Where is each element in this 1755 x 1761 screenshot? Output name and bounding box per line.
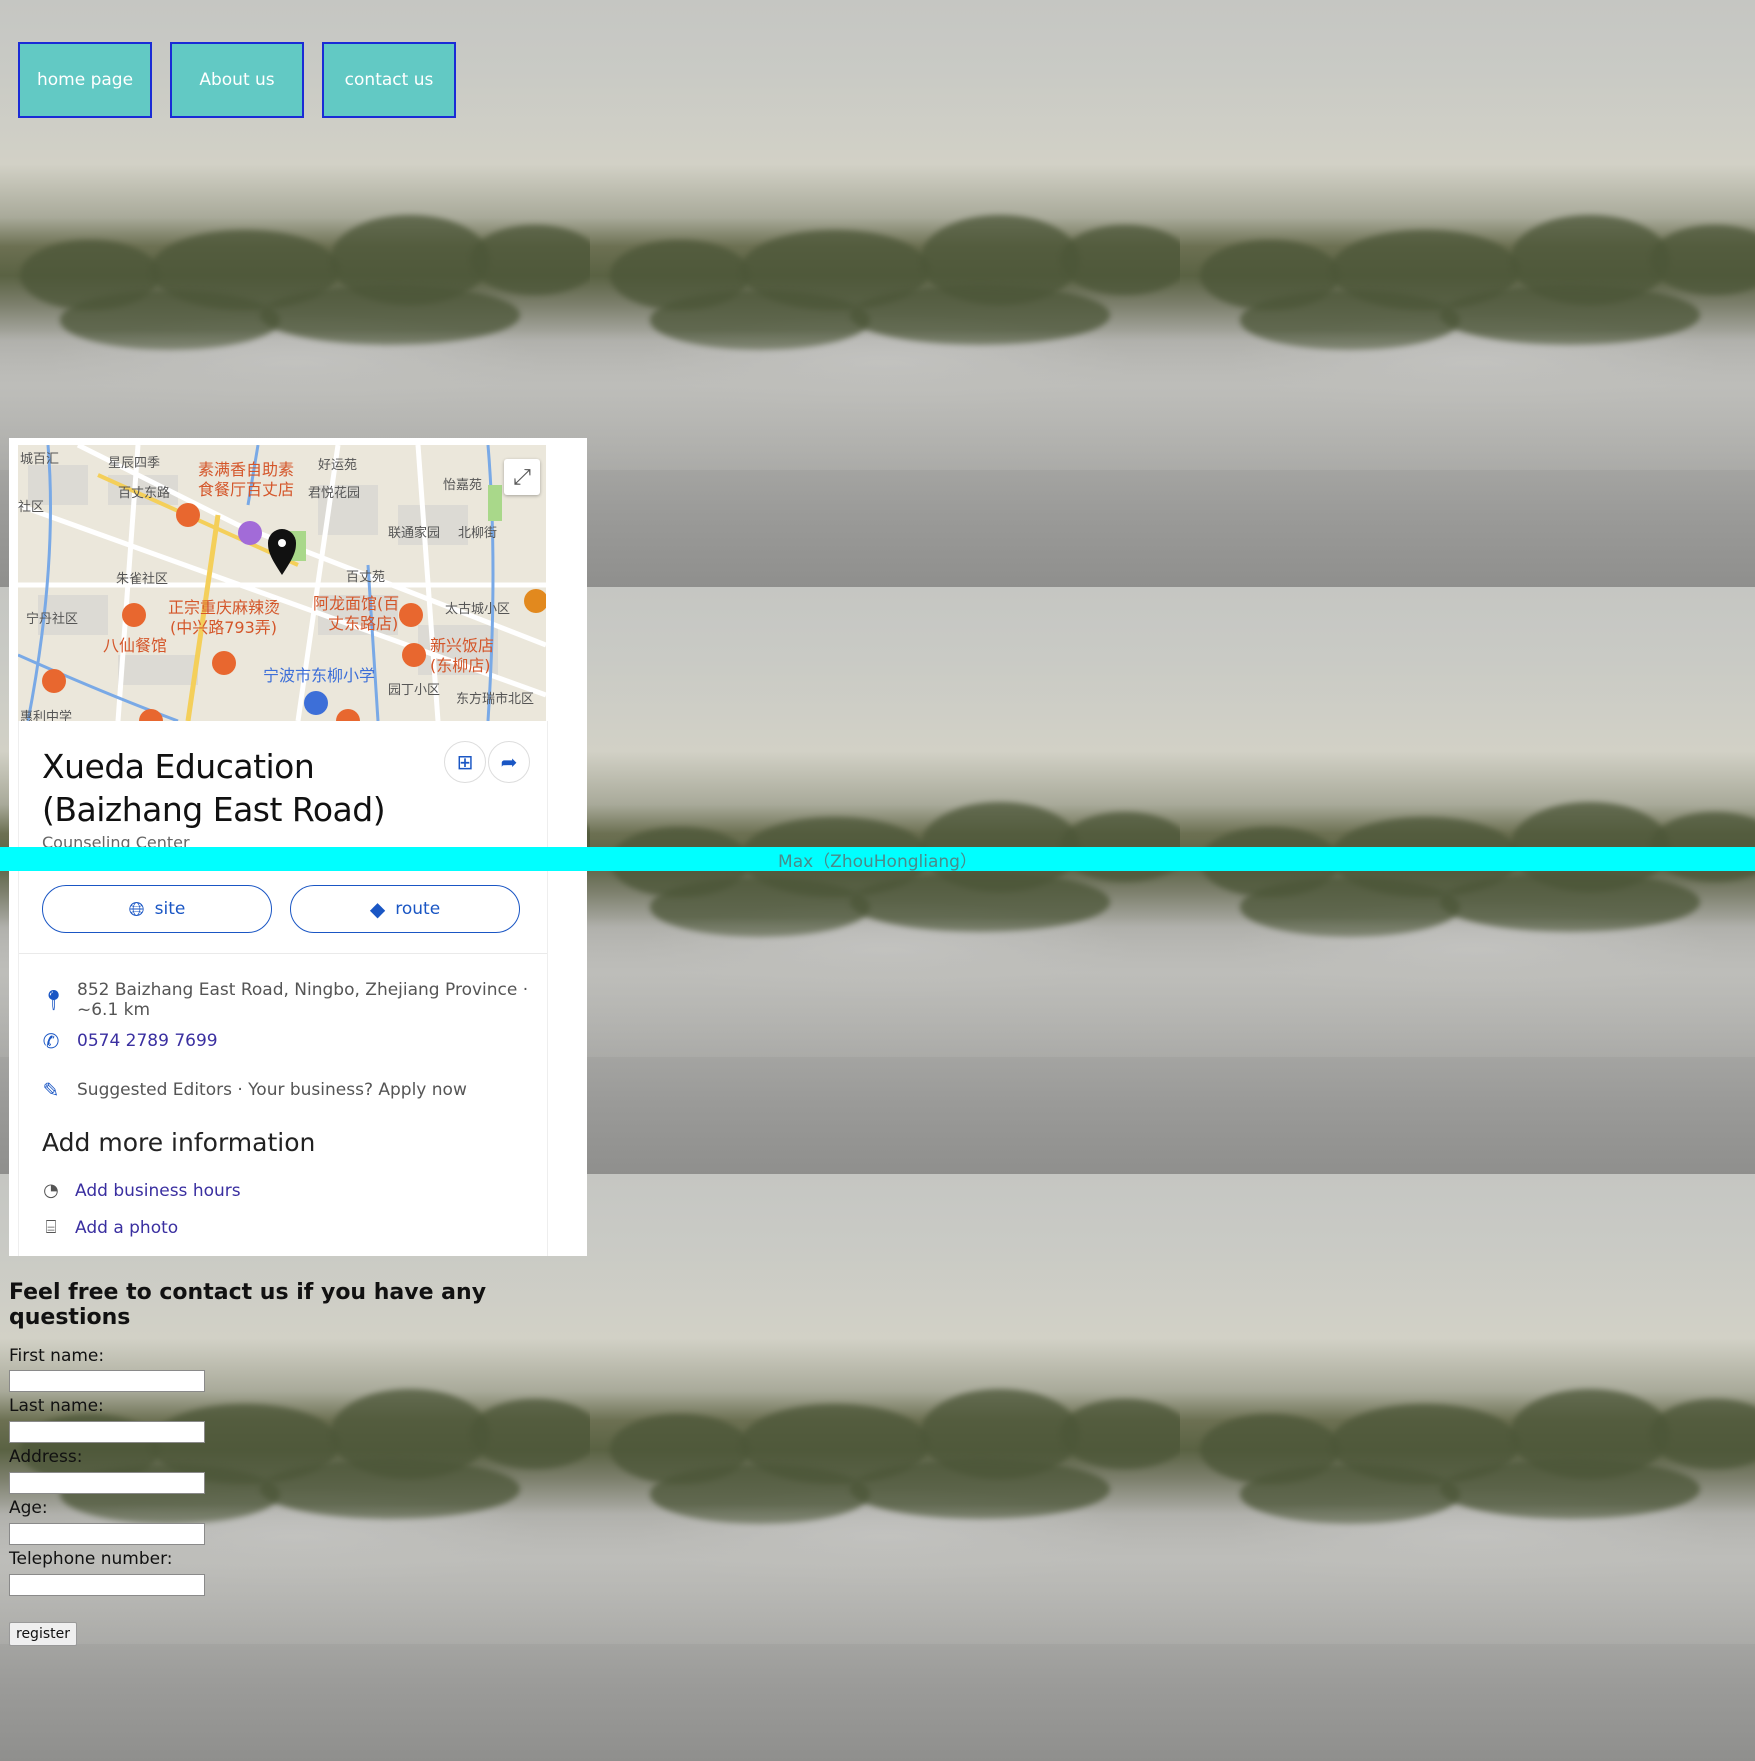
form-heading: Feel free to contact us if you have any … [9,1280,487,1330]
nav-about-us-button[interactable]: About us [170,42,304,118]
age-label: Age: [9,1498,48,1518]
map-label: 东方瑞市北区 [456,691,534,707]
business-panel: Xueda Education (Baizhang East Road) Cou… [18,721,548,1256]
route-button-label: route [395,899,441,919]
suggest-row: ✎ Suggested Editors · Your business? App… [41,1078,467,1102]
add-hours-row[interactable]: ◔ Add business hours [41,1180,241,1201]
telephone-field[interactable] [9,1574,205,1596]
first-name-field[interactable] [9,1370,205,1392]
map-label: 好运苑 [318,458,357,473]
map-label: 百丈苑 [346,570,385,585]
map-label: (中兴路793弄) [170,618,277,637]
nav-contact-us-button[interactable]: contact us [322,42,456,118]
map-label: 八仙餐馆 [103,636,167,655]
background-tile [590,587,1180,1174]
directions-icon: ◆ [369,897,386,921]
fog-layer [590,917,1180,1057]
map-label: 社区 [18,499,44,515]
background-tile [590,0,1180,587]
map-label: 百丈东路 [118,485,170,501]
add-photo-link[interactable]: Add a photo [75,1218,178,1238]
map-label: 朱雀社区 [116,571,168,587]
map-label: 园丁小区 [388,683,440,698]
tree-hill [470,225,590,295]
fog-layer [1180,330,1755,470]
map-label: 北柳街 [458,526,497,541]
map-label: 食餐厅百丈店 [198,480,294,499]
first-name-label: First name: [9,1346,105,1366]
map-label: 怡嘉苑 [443,478,482,493]
phone-row: ✆ 0574 2789 7699 [41,1029,218,1053]
last-name-label: Last name: [9,1396,104,1416]
add-hours-link[interactable]: Add business hours [75,1181,241,1201]
fog-layer [1180,917,1755,1057]
map-label: 阿龙面馆(百 [313,594,399,613]
suggest-text[interactable]: Suggested Editors · Your business? Apply… [77,1080,467,1100]
clock-icon: ◔ [43,1180,59,1201]
top-nav: home page About us contact us [18,42,456,118]
map-view[interactable]: 城百汇 星辰四季 好运苑 怡嘉苑 社区 百丈东路 君悦花园 联通家园 北柳街 朱… [18,445,546,721]
address-row: 📍︎ 852 Baizhang East Road, Ningbo, Zheji… [41,980,547,1020]
map-label: 联通家园 [388,525,440,541]
nav-home-page-button[interactable]: home page [18,42,152,118]
map-label: 君悦花园 [308,485,360,501]
more-info-heading: Add more information [42,1128,316,1157]
business-title: Xueda Education (Baizhang East Road) [42,747,386,829]
site-button-label: site [154,899,186,919]
expand-icon[interactable]: ⤢ [504,459,540,495]
tree-hill [1060,1399,1180,1469]
map-label: 宁丹社区 [26,611,78,627]
register-button[interactable]: register [9,1622,77,1646]
share-icon[interactable]: ➦ [488,741,530,783]
map-label: 星辰四季 [108,456,160,471]
age-field[interactable] [9,1523,205,1545]
map-label: 城百汇 [20,452,59,467]
tree-hill [1060,225,1180,295]
tree-hill [1650,1399,1755,1469]
background-tile [0,1174,590,1761]
map-pin-icon: 📍︎ [41,988,67,1012]
last-name-field[interactable] [9,1421,205,1443]
route-button[interactable]: ◆ route [290,885,520,933]
map-graphic: 城百汇 星辰四季 好运苑 怡嘉苑 社区 百丈东路 君悦花园 联通家园 北柳街 朱… [18,445,546,721]
tree-hill [1650,225,1755,295]
map-label: 新兴饭店 [430,636,494,655]
site-button[interactable]: 🌐︎ site [42,885,272,933]
background-tile [1180,1174,1755,1761]
shop-pin-icon [238,521,262,545]
map-label: 惠利中学 [20,709,72,721]
map-label: 丈东路店) [328,614,398,633]
camera-icon: ⌸ [45,1217,57,1238]
map-label: 太古城小区 [445,602,510,617]
map-label: 正宗重庆麻辣烫 [168,598,280,617]
background-tile [1180,587,1755,1174]
address-text: 852 Baizhang East Road, Ningbo, Zhejiang… [77,980,529,1020]
address-field[interactable] [9,1472,205,1494]
map-label: 宁波市东柳小学 [263,666,375,685]
map-label: 素满香自助素 [198,460,294,479]
globe-icon: 🌐︎ [128,897,145,921]
save-icon[interactable]: ⊞ [444,741,486,783]
author-banner: Max（ZhouHongliang） [0,847,1755,872]
pencil-icon: ✎ [42,1078,60,1102]
phone-icon: ✆ [42,1029,60,1053]
school-pin-icon [304,691,328,715]
background-tile [1180,0,1755,587]
author-text: Max（ZhouHongliang） [778,851,977,872]
contact-form: Feel free to contact us if you have any … [9,1280,569,1646]
fog-layer [1180,1504,1755,1644]
background-tile [590,1174,1180,1761]
fog-layer [590,1504,1180,1644]
divider [19,953,547,954]
telephone-label: Telephone number: [9,1549,173,1569]
address-label: Address: [9,1447,83,1467]
phone-link[interactable]: 0574 2789 7699 [77,1031,218,1051]
add-photo-row[interactable]: ⌸ Add a photo [41,1217,179,1238]
tree-hill [470,1399,590,1469]
fog-layer [590,330,1180,470]
map-label: (东柳店) [430,656,491,675]
